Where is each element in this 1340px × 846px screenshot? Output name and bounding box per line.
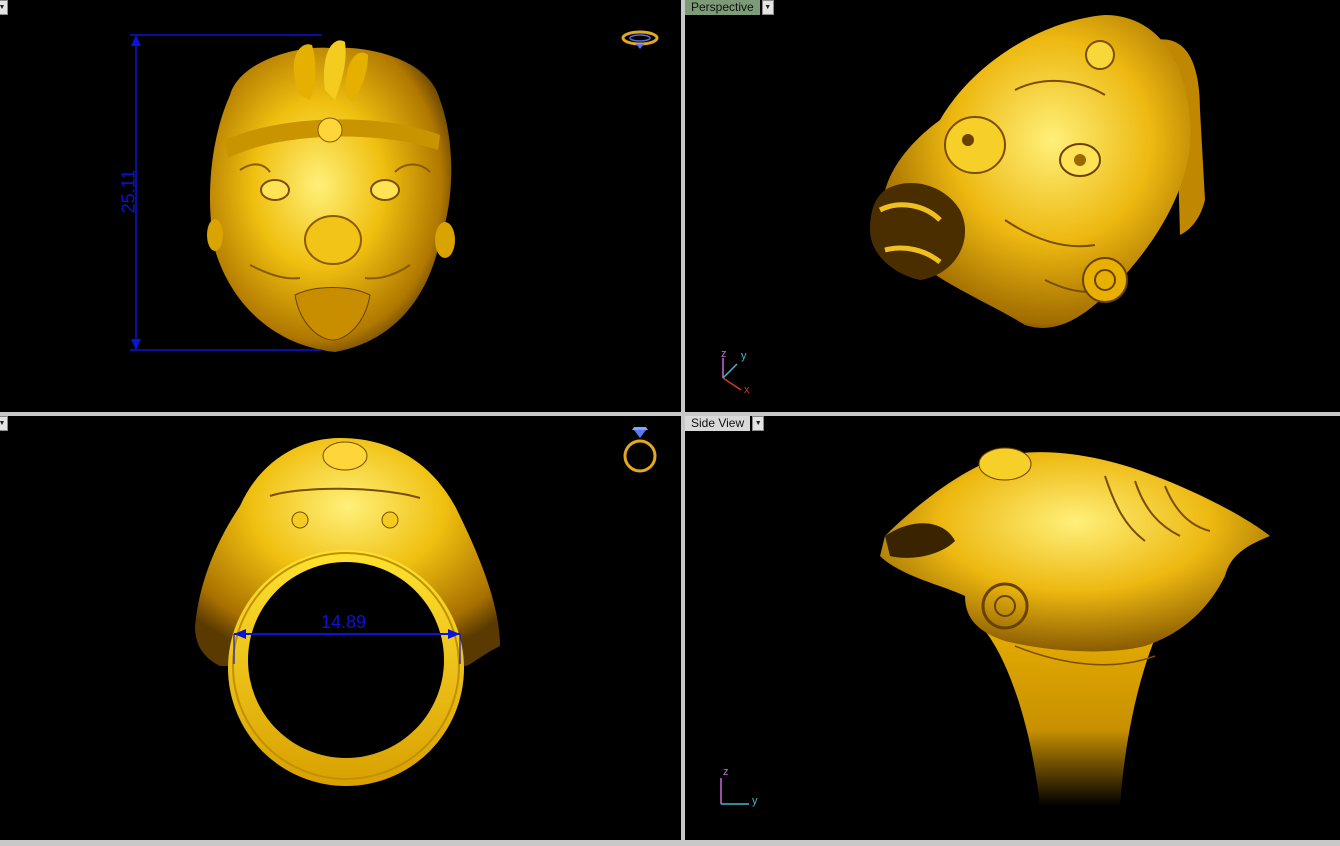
- ring-top-view-icon[interactable]: [620, 26, 660, 55]
- viewport-tab-side-view[interactable]: Side View ▼: [685, 416, 765, 431]
- chevron-down-icon[interactable]: ▼: [752, 416, 765, 431]
- axis-z-label: z: [723, 766, 729, 778]
- axis-x-label: x: [744, 384, 750, 396]
- ring-front-view-icon[interactable]: [620, 424, 660, 481]
- viewport-perspective[interactable]: Perspective ▼ z y x: [685, 0, 1340, 412]
- axis-y-label: y: [752, 795, 758, 807]
- ring-top-render: [130, 34, 455, 352]
- viewport-menu-bottom-left[interactable]: ▼: [0, 416, 8, 431]
- ring-perspective-render: [722, 15, 1205, 391]
- viewport-tab-perspective[interactable]: Perspective ▼: [685, 0, 774, 15]
- chevron-down-icon[interactable]: ▼: [761, 0, 774, 15]
- height-dimension-label: 25.11: [118, 169, 139, 214]
- viewport-menu-top-left[interactable]: ▼: [0, 0, 8, 15]
- inner-diameter-label: 14.89: [321, 612, 367, 632]
- axis-z-label: z: [721, 348, 727, 360]
- chevron-down-icon[interactable]: ▼: [0, 416, 8, 431]
- viewport-title[interactable]: Perspective: [685, 0, 760, 15]
- chevron-down-icon[interactable]: ▼: [0, 0, 8, 15]
- viewport-top-view[interactable]: ▼ 25.11: [0, 0, 681, 412]
- viewport-side-view[interactable]: Side View ▼ z y: [685, 416, 1340, 840]
- ring-side-render: [720, 447, 1270, 806]
- viewport-title[interactable]: Side View: [685, 416, 751, 431]
- axis-y-label: y: [741, 350, 747, 362]
- viewport-front-view[interactable]: ▼ 14.89: [0, 416, 681, 840]
